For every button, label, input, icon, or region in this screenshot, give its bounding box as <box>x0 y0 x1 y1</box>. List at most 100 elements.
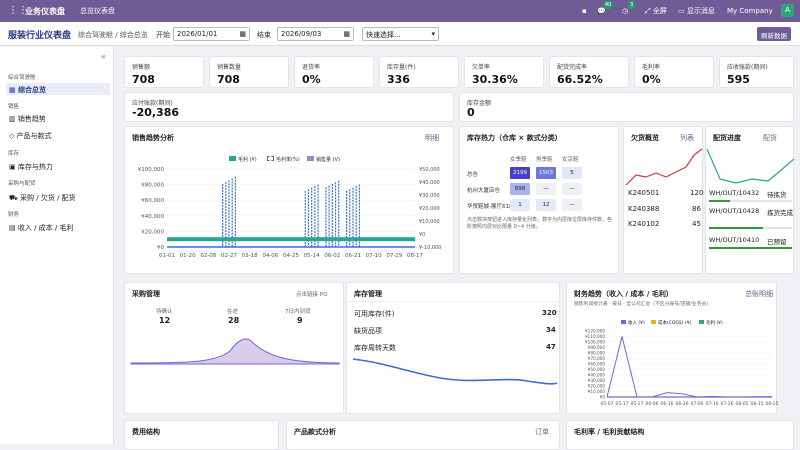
heat-cell[interactable]: — <box>562 199 582 211</box>
heat-cell[interactable]: 5 <box>562 167 582 179</box>
inventory-heatmap-card: 库存热力（仓库 × 款式分类） 女季鞋 男季鞋 女凉鞋 总仓 杭州大厦店仓 华贸… <box>459 126 619 274</box>
sidebar-section-title: 财务 <box>8 212 20 218</box>
chat-icon[interactable]: 💬 40 <box>597 1 614 17</box>
po-link[interactable]: 点击链接 PO <box>296 290 327 298</box>
heat-cell[interactable]: 898 <box>510 183 530 195</box>
x-tick-label: 08-15 <box>750 401 763 407</box>
kpi-card[interactable]: 库存金额 0 <box>459 92 794 122</box>
start-label: 开始 <box>156 31 170 39</box>
refresh-button[interactable]: 刷新数据 <box>757 27 791 41</box>
x-tick-label: 06-21 <box>345 253 361 259</box>
heat-cell[interactable]: 2199 <box>510 167 530 179</box>
heatmap-note: 点击数块按钮进入库存量化列表，数字为内层库位层库存件数。色阶按照内层对比限量 0… <box>467 217 613 230</box>
delivery-status: 拣货完成 <box>767 209 793 217</box>
sidebar-item-label: 库存与热力 <box>17 163 53 171</box>
shortage-item-name: K240388 <box>628 205 660 213</box>
sidebar-item-sales-trend[interactable]: ▥ 销售趋势 <box>6 112 110 124</box>
app-name[interactable]: 业务仪表盘 <box>25 6 65 17</box>
company-switcher[interactable]: My Company <box>727 5 773 17</box>
product-card: 产品款式分析 订单 <box>286 420 560 450</box>
breadcrumb[interactable]: 综合驾驶舱 / 综合总览 <box>78 30 148 40</box>
wallet-icon: ▤ <box>9 224 18 232</box>
y-tick-label: ¥100,000 <box>585 340 605 345</box>
heat-cell[interactable]: 1 <box>510 199 530 211</box>
calendar-icon: ▦ <box>239 30 246 38</box>
detail-link[interactable]: 明细 <box>425 133 439 143</box>
kpi-card[interactable]: 销售额 708 <box>124 56 204 88</box>
legend-label: 毛利 (¥) <box>706 321 723 326</box>
sidebar-item-overview[interactable]: ▦ 综合总览 <box>6 83 110 95</box>
kpi-card[interactable]: 库存量(件) 336 <box>379 56 459 88</box>
kpi-card[interactable]: 毛利率 0% <box>634 56 714 88</box>
x-tick-label: 04-06 <box>262 253 278 259</box>
card-title: 采购管理 <box>132 290 160 298</box>
delivery-progress-fill <box>709 227 763 229</box>
delivery-progress-fill <box>709 200 730 202</box>
heat-cell[interactable]: — <box>536 183 556 195</box>
x-tick-label: 07-16 <box>705 401 718 407</box>
kpi-value: 0% <box>302 73 321 86</box>
x-tick-label: 01-01 <box>159 253 175 259</box>
kpi-card[interactable]: 应收账款(期间) 595 <box>719 56 794 88</box>
purchase-area <box>130 338 340 365</box>
y-tick-label: ¥80,000 <box>141 183 164 189</box>
collapse-icon[interactable]: « <box>101 52 106 61</box>
kpi-card[interactable]: 退货率 0% <box>294 56 374 88</box>
delivery-card: 配货进度 配货 WH/OUT/10432 待拣货 WH/OUT/10428 拣货完成… <box>705 126 795 274</box>
kpi-card[interactable]: 欠单率 30.36% <box>464 56 544 88</box>
quick-select-dropdown[interactable]: 快速选择... ▾ <box>362 27 439 41</box>
sidebar-section-title: 销售 <box>8 104 20 110</box>
x-tick-label: 07-06 <box>690 401 703 407</box>
kpi-card[interactable]: 销售数量 708 <box>209 56 289 88</box>
delivery-order: WH/OUT/10410 <box>709 236 760 244</box>
x-tick-label: 02-08 <box>200 253 216 259</box>
inventory-line <box>352 358 558 385</box>
y-tick-label: ¥20,000 <box>588 384 606 389</box>
inventory-row-value: 34 <box>546 326 556 334</box>
y-tick-label: ¥60,000 <box>588 362 606 367</box>
heat-cell[interactable]: 1503 <box>536 167 556 179</box>
list-link[interactable]: 列表 <box>680 133 694 143</box>
sidebar-item-inventory[interactable]: ▣ 库存与热力 <box>6 160 110 172</box>
sidebar-item-finance[interactable]: ▤ 收入 / 成本 / 毛利 <box>6 221 110 233</box>
order-link[interactable]: 订单 <box>535 427 549 437</box>
margin-card: 毛利率 / 毛利贡献结构 <box>566 420 794 450</box>
tag-icon: ◇ <box>9 132 17 140</box>
y-tick-label: ¥30,000 <box>588 378 606 383</box>
kpi-label: 应收账款(期间) <box>727 64 768 71</box>
kpi-card[interactable]: 应付账款(期间) -20,386 <box>124 92 454 122</box>
y-tick-label: ¥0 <box>600 395 606 400</box>
x-tick-label: 06-16 <box>660 401 673 407</box>
card-title: 库存管理 <box>354 290 382 298</box>
x-tick-label: 02-27 <box>221 253 237 259</box>
end-date-field[interactable]: 2026/09/03 ▦ <box>277 27 354 41</box>
heat-col-header: 男季鞋 <box>536 157 553 163</box>
kpi-card[interactable]: 配货完成率 66.52% <box>549 56 629 88</box>
apps-grid-icon[interactable]: ⋮⋮ <box>8 6 28 16</box>
x-tick-label: 07-10 <box>366 253 382 259</box>
x-tick-label: 05-07 <box>600 401 613 407</box>
avatar[interactable]: A <box>781 4 794 17</box>
kpi-value: 595 <box>727 73 750 86</box>
menu-overview[interactable]: 总览仪表盘 <box>80 6 115 16</box>
sidebar-item-products[interactable]: ◇ 产品与款式 <box>6 129 110 141</box>
page-title: 服装行业仪表盘 <box>8 31 72 41</box>
bug-icon[interactable]: ▪ <box>582 5 587 17</box>
x-tick-label: 01-20 <box>180 253 196 259</box>
heat-cell[interactable]: — <box>562 183 582 195</box>
inventory-curve <box>352 358 558 385</box>
show-messages-label: 显示消息 <box>686 7 715 15</box>
fullscreen-button[interactable]: ⤢ 全屏 <box>645 5 667 17</box>
chat-badge: 40 <box>603 1 614 9</box>
activity-icon[interactable]: ◷ 3 <box>622 1 636 17</box>
sidebar-item-purchase[interactable]: ⛟ 采购 / 欠货 / 配货 <box>6 191 110 203</box>
heat-cell[interactable]: 12 <box>536 199 556 211</box>
delivery-link[interactable]: 配货 <box>763 133 777 143</box>
ledger-link[interactable]: 总账明细 <box>745 289 773 299</box>
start-date-field[interactable]: 2026/01/01 ▦ <box>173 27 250 41</box>
activity-badge: 3 <box>628 1 636 9</box>
legend-label: 收入 (¥) <box>628 321 645 326</box>
show-messages-button[interactable]: ▭ 显示消息 <box>678 5 715 17</box>
delivery-progress <box>709 200 792 202</box>
shortage-item-name: K240501 <box>628 189 660 197</box>
